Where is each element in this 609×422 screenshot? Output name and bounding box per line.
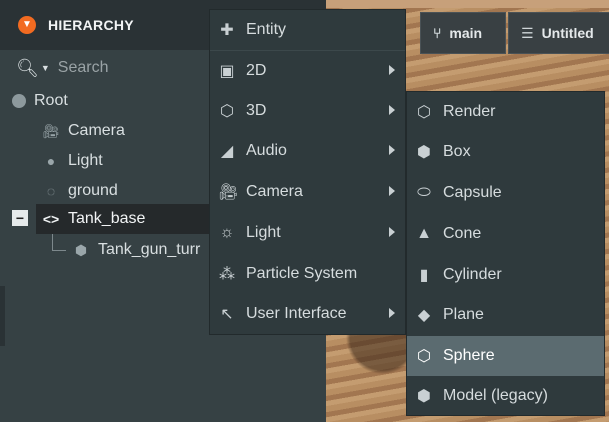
tree-node-label: Tank_gun_turr xyxy=(98,241,201,258)
tree-node-camera[interactable]: 🎥︎ Camera xyxy=(42,116,125,146)
tree-connector xyxy=(52,234,53,250)
image-icon: ▣ xyxy=(219,63,235,80)
submenu-item-cone[interactable]: ▲ Cone xyxy=(407,214,604,254)
menu-item-label: Model (legacy) xyxy=(443,387,548,404)
light-icon: ☼ xyxy=(219,224,235,241)
menu-item-3d[interactable]: ⬡ 3D xyxy=(210,91,405,131)
menu-item-label: Sphere xyxy=(443,347,495,364)
menu-item-2d[interactable]: ▣ 2D xyxy=(210,51,405,91)
code-brackets-icon: <> xyxy=(42,211,60,227)
menu-item-label: Cone xyxy=(443,225,482,242)
tree-connector xyxy=(52,250,66,251)
submenu-item-capsule[interactable]: ⬭ Capsule xyxy=(407,173,604,213)
tree-node-label: Light xyxy=(68,152,103,169)
cursor-icon: ↖ xyxy=(220,306,234,323)
menu-item-label: 2D xyxy=(246,62,267,79)
panel-title: HIERARCHY xyxy=(48,17,134,33)
hexagon-icon: ⬡ xyxy=(220,103,234,120)
menu-item-label: Plane xyxy=(443,306,484,323)
tree-node-light[interactable]: ● Light xyxy=(42,146,103,176)
menu-item-label: Box xyxy=(443,143,471,160)
plane-icon: ◆ xyxy=(417,307,431,324)
submenu-arrow-icon xyxy=(389,186,395,196)
menu-item-user-interface[interactable]: ↖ User Interface xyxy=(210,294,405,334)
viewport-sky xyxy=(326,0,609,8)
audio-icon: ◢ xyxy=(220,143,234,160)
branch-button[interactable]: ⑂ main xyxy=(420,12,506,54)
capsule-icon: ⬭ xyxy=(417,184,431,201)
menu-item-label: Cylinder xyxy=(443,266,502,283)
tree-node-label: Tank_base xyxy=(68,210,146,227)
branch-icon: ⑂ xyxy=(433,25,442,41)
submenu-item-plane[interactable]: ◆ Plane xyxy=(407,295,604,335)
search-input[interactable] xyxy=(57,59,198,77)
light-bulb-icon: ● xyxy=(46,153,56,169)
submenu-arrow-icon xyxy=(389,227,395,237)
menu-item-label: Audio xyxy=(246,142,287,159)
menu-item-label: Camera xyxy=(246,183,303,200)
menu-item-light[interactable]: ☼ Light xyxy=(210,213,405,253)
menu-item-label: User Interface xyxy=(246,305,347,322)
menu-item-label: Particle System xyxy=(246,265,358,282)
particles-icon: ⁂ xyxy=(219,266,235,283)
menu-item-camera[interactable]: 🎥︎ Camera xyxy=(210,172,405,212)
cone-icon: ▲ xyxy=(416,225,432,242)
tree-node-ground[interactable]: ◌ ground xyxy=(42,176,118,206)
menu-item-label: Light xyxy=(246,224,281,241)
cube-icon: ⬢ xyxy=(74,241,88,258)
submenu-item-sphere[interactable]: ⬡ Sphere xyxy=(407,336,604,376)
box-icon: ⬢ xyxy=(417,144,431,161)
chevron-down-icon[interactable]: ▼ xyxy=(41,63,50,73)
submenu-item-box[interactable]: ⬢ Box xyxy=(407,132,604,172)
scene-label: Untitled xyxy=(541,25,594,41)
menu-item-particle-system[interactable]: ⁂ Particle System xyxy=(210,254,405,294)
tree-node-tank-base[interactable]: <> Tank_base xyxy=(42,204,146,234)
list-icon: ☰ xyxy=(521,24,534,41)
collapse-toggle[interactable]: − xyxy=(12,210,28,226)
collapse-panel-icon[interactable]: ▼ xyxy=(18,16,36,34)
menu-item-entity[interactable]: ✚ Entity xyxy=(210,10,405,50)
entity-icon: ◌ xyxy=(46,183,56,199)
camera-icon: 🎥︎ xyxy=(42,122,60,139)
branch-label: main xyxy=(449,25,483,41)
panel-edge xyxy=(0,286,5,346)
tree-node-tank-gun-turret[interactable]: ⬢ Tank_gun_turr xyxy=(72,235,200,265)
submenu-item-model-legacy[interactable]: ⬢ Model (legacy) xyxy=(407,376,604,416)
menu-item-label: Render xyxy=(443,103,496,120)
submenu-arrow-icon xyxy=(389,308,395,318)
model-icon: ⬢ xyxy=(417,388,431,405)
menu-item-label: 3D xyxy=(246,102,267,119)
menu-item-label: Entity xyxy=(246,21,287,38)
submenu-item-render[interactable]: ⬡ Render xyxy=(407,92,604,132)
tree-node-root[interactable]: Root xyxy=(12,86,68,116)
submenu-item-cylinder[interactable]: ▮ Cylinder xyxy=(407,255,604,295)
scene-button[interactable]: ☰ Untitled xyxy=(508,12,609,54)
render-icon: ⬡ xyxy=(417,104,431,121)
submenu-arrow-icon xyxy=(389,105,395,115)
root-dot-icon xyxy=(12,94,26,108)
3d-submenu: ⬡ Render ⬢ Box ⬭ Capsule ▲ Cone ▮ Cylind… xyxy=(406,91,605,416)
plus-icon: ✚ xyxy=(220,22,234,39)
menu-item-audio[interactable]: ◢ Audio xyxy=(210,131,405,171)
search-icon[interactable]: 🔍︎ xyxy=(16,58,39,79)
add-entity-menu: ✚ Entity ▣ 2D ⬡ 3D ◢ Audio 🎥︎ Camera ☼ L… xyxy=(209,9,406,335)
tree-node-label: Camera xyxy=(68,122,125,139)
menu-item-label: Capsule xyxy=(443,184,502,201)
submenu-arrow-icon xyxy=(389,65,395,75)
camera-icon: 🎥︎ xyxy=(218,184,239,201)
sphere-icon: ⬡ xyxy=(417,348,431,365)
tree-node-label: ground xyxy=(68,182,118,199)
cylinder-icon: ▮ xyxy=(419,267,429,284)
tree-node-label: Root xyxy=(34,92,68,109)
submenu-arrow-icon xyxy=(389,145,395,155)
